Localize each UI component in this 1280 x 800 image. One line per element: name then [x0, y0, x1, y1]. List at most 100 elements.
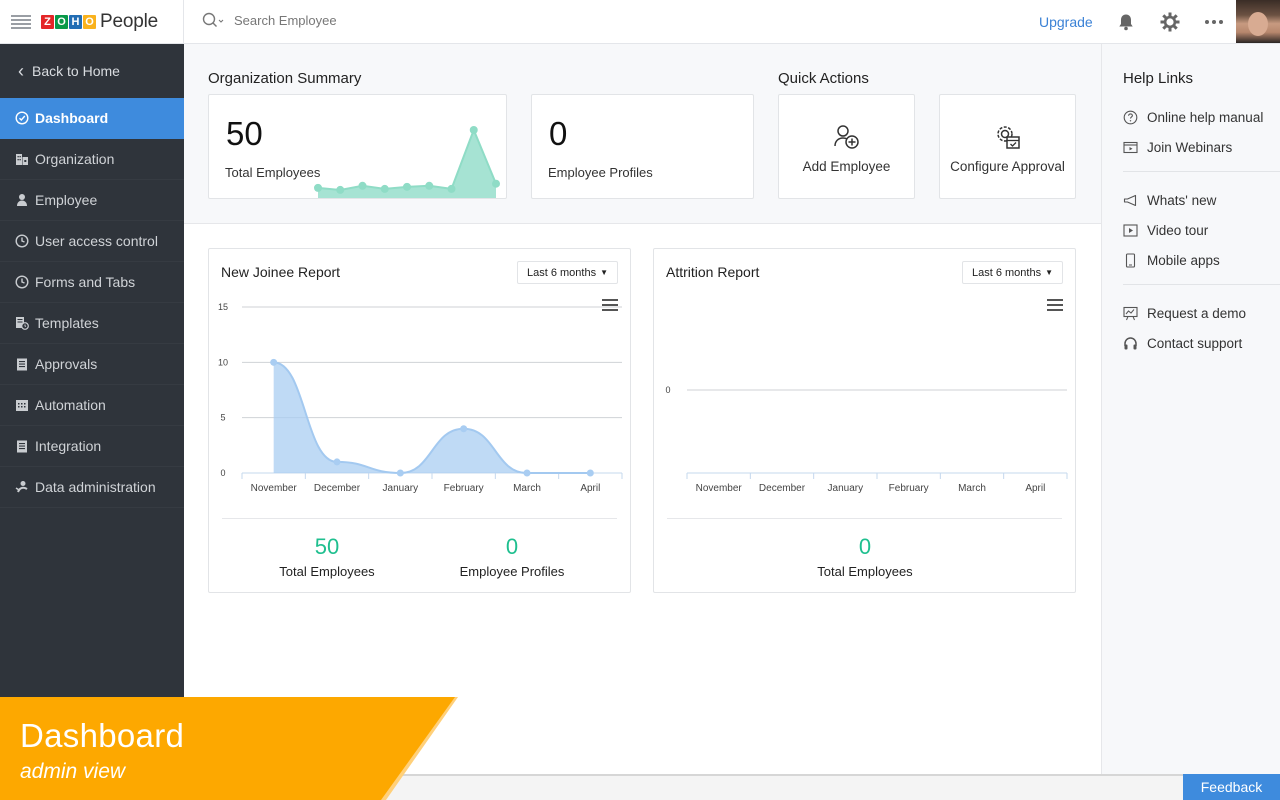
employee-profiles-card[interactable]: 0 Employee Profiles — [531, 94, 754, 199]
sparkline-point — [447, 184, 456, 193]
megaphone-icon — [1123, 194, 1137, 207]
x-tick-label: November — [251, 483, 298, 494]
employee-search — [202, 12, 434, 28]
attrition-range-dropdown[interactable]: Last 6 months ▼ — [961, 261, 1063, 284]
feedback-button[interactable]: Feedback — [1183, 774, 1280, 800]
total-employees-sparkline — [314, 126, 500, 198]
help-link-whats-new[interactable]: Whats' new — [1123, 193, 1216, 208]
metric-label: Total Employees — [279, 564, 375, 579]
search-icon[interactable] — [202, 12, 226, 28]
sparkline-point — [403, 182, 411, 191]
x-tick-label: March — [513, 483, 541, 494]
sidebar-item-automation[interactable]: Automation — [0, 385, 184, 426]
divider — [222, 518, 617, 519]
calendar-icon — [15, 398, 29, 412]
divider — [1123, 284, 1280, 285]
sidebar-item-label: Organization — [35, 151, 115, 167]
x-tick-label: March — [958, 483, 986, 494]
configure-approval-label: Configure Approval — [950, 159, 1065, 174]
divider — [1123, 171, 1280, 172]
clock-icon — [15, 234, 29, 248]
data-point — [270, 358, 278, 366]
data-point — [396, 469, 404, 477]
bell-icon[interactable] — [1116, 12, 1136, 32]
data-point — [333, 458, 341, 466]
organization-icon — [15, 152, 29, 166]
configure-approval-button[interactable]: Configure Approval — [939, 94, 1076, 199]
new-joinee-range-dropdown[interactable]: Last 6 months ▼ — [516, 261, 618, 284]
data-admin-icon — [15, 480, 29, 494]
sidebar-item-label: User access control — [35, 233, 158, 249]
help-links-title: Help Links — [1123, 70, 1194, 87]
y-tick-label: 0 — [665, 385, 670, 395]
help-link-video-tour[interactable]: Video tour — [1123, 223, 1208, 238]
help-links-panel: Help Links Online help manual Join Webin… — [1101, 44, 1280, 774]
help-link-mobile-apps[interactable]: Mobile apps — [1123, 253, 1220, 268]
sparkline-point — [336, 185, 345, 194]
help-link-online-help-manual[interactable]: Online help manual — [1123, 110, 1263, 125]
sidebar-item-templates[interactable]: Templates — [0, 303, 184, 344]
x-tick-label: December — [314, 483, 361, 494]
y-tick-label: 0 — [220, 468, 225, 478]
sparkline-point — [469, 126, 478, 134]
sidebar-item-label: Integration — [35, 438, 102, 454]
clock-icon — [15, 275, 29, 289]
sidebar-item-user-access-control[interactable]: User access control — [0, 221, 184, 262]
help-link-contact-support[interactable]: Contact support — [1123, 336, 1242, 351]
data-point — [523, 469, 531, 477]
more-options-icon[interactable] — [1204, 12, 1224, 32]
sidebar-item-dashboard[interactable]: Dashboard — [0, 98, 184, 139]
sparkline-point — [358, 181, 367, 190]
hamburger-menu-icon[interactable] — [11, 15, 31, 29]
sparkline-point — [380, 184, 389, 193]
add-employee-button[interactable]: Add Employee — [778, 94, 915, 199]
sidebar-item-label: Employee — [35, 192, 98, 208]
employee-profiles-label: Employee Profiles — [548, 165, 653, 180]
main-content: Organization Summary 50 Total Employees … — [184, 44, 1101, 774]
zoho-people-logo[interactable]: Z O H O People — [41, 11, 158, 33]
x-tick-label: December — [759, 483, 806, 494]
sidebar-item-employee[interactable]: Employee — [0, 180, 184, 221]
metric-label: Total Employees — [817, 564, 913, 579]
user-avatar[interactable] — [1236, 0, 1280, 43]
sidebar-item-approvals[interactable]: Approvals — [0, 344, 184, 385]
back-to-home-link[interactable]: ‹ Back to Home — [0, 44, 184, 98]
help-link-request-a-demo[interactable]: Request a demo — [1123, 306, 1246, 321]
sidebar-item-forms-and-tabs[interactable]: Forms and Tabs — [0, 262, 184, 303]
help-link-label: Mobile apps — [1147, 253, 1220, 268]
help-link-join-webinars[interactable]: Join Webinars — [1123, 140, 1232, 155]
caret-down-icon: ▼ — [600, 268, 608, 277]
attrition-total-employees-metric: 0 Total Employees — [775, 534, 955, 579]
x-tick-label: April — [1025, 483, 1045, 494]
search-input[interactable] — [234, 12, 434, 28]
help-link-label: Contact support — [1147, 336, 1243, 351]
logo-letter: O — [55, 15, 68, 29]
banner-title: Dashboard — [20, 717, 185, 754]
clipboard-icon — [15, 357, 29, 371]
total-employees-card[interactable]: 50 Total Employees — [208, 94, 507, 199]
dashboard-banner: Dashboard admin view — [0, 697, 460, 800]
y-tick-label: 5 — [220, 413, 225, 423]
help-link-label: Online help manual — [1147, 110, 1264, 125]
sidebar-item-integration[interactable]: Integration — [0, 426, 184, 467]
sidebar-item-organization[interactable]: Organization — [0, 139, 184, 180]
new-joinee-chart: 0 5 10 15 November December January February Mar… — [218, 302, 623, 494]
divider — [667, 518, 1062, 519]
employee-profiles-value: 0 — [549, 115, 568, 152]
caret-down-icon: ▼ — [1045, 268, 1053, 277]
sidebar-item-label: Automation — [35, 397, 106, 413]
logo-letter: Z — [41, 15, 54, 29]
data-point — [586, 469, 594, 477]
help-link-label: Request a demo — [1147, 306, 1247, 321]
sidebar: ‹ Back to Home Dashboard Organization Em… — [0, 44, 184, 800]
help-circle-icon — [1123, 110, 1138, 125]
gear-icon[interactable] — [1160, 12, 1180, 32]
product-name: People — [100, 11, 158, 32]
upgrade-link[interactable]: Upgrade — [1039, 14, 1093, 30]
sparkline-point — [492, 179, 500, 188]
help-link-label: Join Webinars — [1147, 140, 1233, 155]
sidebar-item-data-administration[interactable]: Data administration — [0, 467, 184, 508]
x-tick-label: February — [889, 483, 929, 494]
joinee-total-employees-metric: 50 Total Employees — [237, 534, 417, 579]
dashboard-icon — [15, 111, 29, 125]
